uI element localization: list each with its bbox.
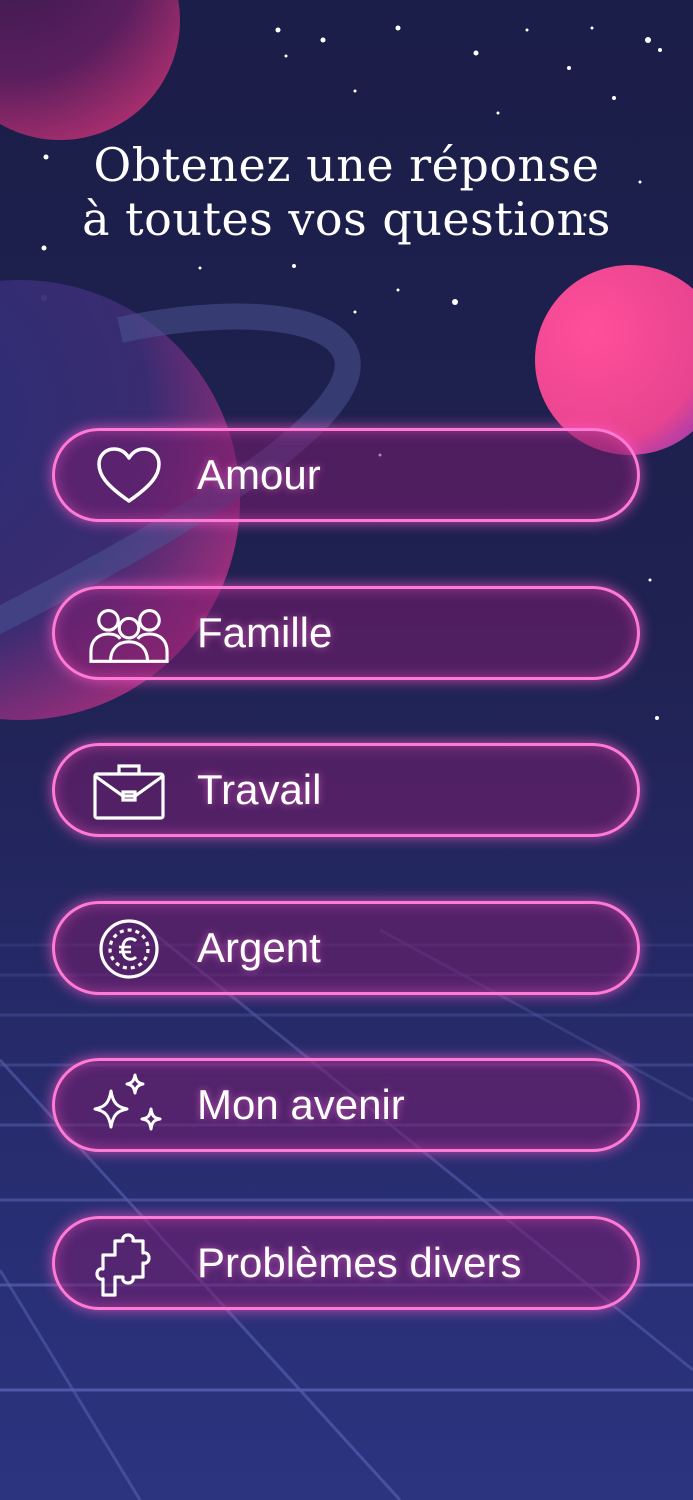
briefcase-icon — [89, 760, 169, 822]
category-button-amour[interactable]: Amour — [52, 428, 640, 522]
planet-pink — [535, 265, 693, 455]
category-button-mon-avenir[interactable]: Mon avenir — [52, 1058, 640, 1152]
category-button-famille[interactable]: Famille — [52, 586, 640, 680]
euro-coin-icon — [89, 918, 169, 980]
category-label: Famille — [197, 609, 333, 656]
category-label: Travail — [197, 766, 322, 813]
category-button-travail[interactable]: Travail — [52, 743, 640, 837]
page-title: Obtenez une réponse à toutes vos questio… — [0, 138, 693, 246]
category-label: Mon avenir — [197, 1081, 405, 1128]
category-label: Problèmes divers — [197, 1239, 522, 1286]
category-label: Amour — [197, 451, 321, 498]
planet-top-left — [0, 0, 180, 140]
category-button-argent[interactable]: Argent — [52, 901, 640, 995]
title-line-2: à toutes vos questions — [82, 192, 611, 246]
sparkles-icon — [89, 1073, 169, 1137]
family-icon — [89, 603, 169, 665]
category-label: Argent — [197, 924, 321, 971]
title-line-1: Obtenez une réponse — [93, 138, 600, 192]
heart-icon — [89, 445, 169, 507]
puzzle-icon — [89, 1233, 169, 1297]
category-button-problemes-divers[interactable]: Problèmes divers — [52, 1216, 640, 1310]
grid — [0, 928, 693, 1500]
